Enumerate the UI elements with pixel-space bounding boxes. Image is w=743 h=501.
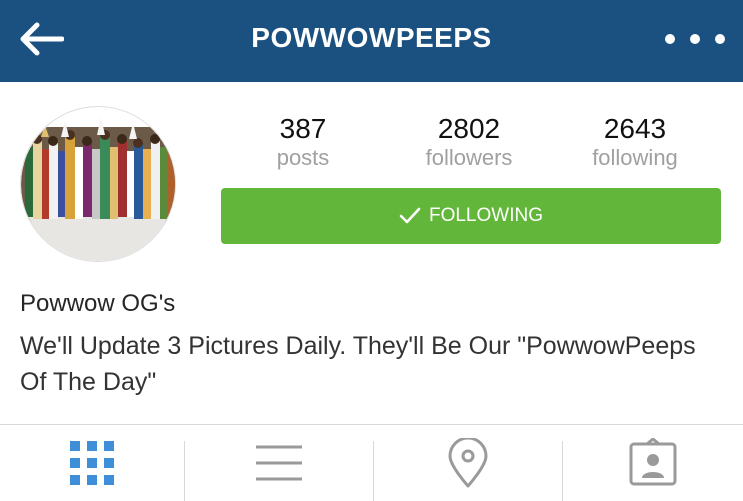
posts-stat: 387 posts [228, 113, 378, 171]
tab-list-view[interactable] [185, 425, 373, 501]
profile-name: Powwow OG's [20, 290, 176, 317]
followers-stat[interactable]: 2802 followers [394, 113, 544, 171]
following-count: 2643 [603, 113, 667, 144]
more-options-button[interactable] [665, 24, 725, 54]
top-app-bar: POWWOWPEEPS [0, 0, 743, 82]
posts-count: 387 [279, 113, 327, 144]
following-label: following [592, 145, 678, 170]
avatar[interactable] [20, 106, 176, 262]
more-dot [690, 34, 700, 44]
posts-label: posts [276, 145, 330, 170]
grid-icon [70, 441, 114, 485]
profile-bio: We'll Update 3 Pictures Daily. They'll B… [20, 332, 696, 396]
tagged-person-icon [629, 438, 677, 486]
check-icon [399, 207, 421, 224]
group-photo-avatar [21, 107, 175, 261]
more-horizontal-icon [665, 34, 675, 44]
followers-count: 2802 [437, 113, 501, 144]
tab-map-view[interactable] [374, 425, 562, 501]
more-dot [715, 34, 725, 44]
tab-grid-view[interactable] [0, 425, 184, 501]
profile-page: POWWOWPEEPS 387 posts 2802 followers 264… [0, 0, 743, 501]
tab-tagged-view[interactable] [563, 425, 743, 501]
following-button-label: FOLLOWING [428, 205, 543, 226]
list-icon [256, 445, 302, 481]
profile-view-tabs [0, 424, 743, 501]
followers-label: followers [425, 145, 513, 170]
location-pin-icon [448, 438, 488, 488]
following-stat[interactable]: 2643 following [560, 113, 710, 171]
following-button[interactable]: FOLLOWING [221, 188, 721, 244]
page-title: POWWOWPEEPS [251, 22, 492, 53]
